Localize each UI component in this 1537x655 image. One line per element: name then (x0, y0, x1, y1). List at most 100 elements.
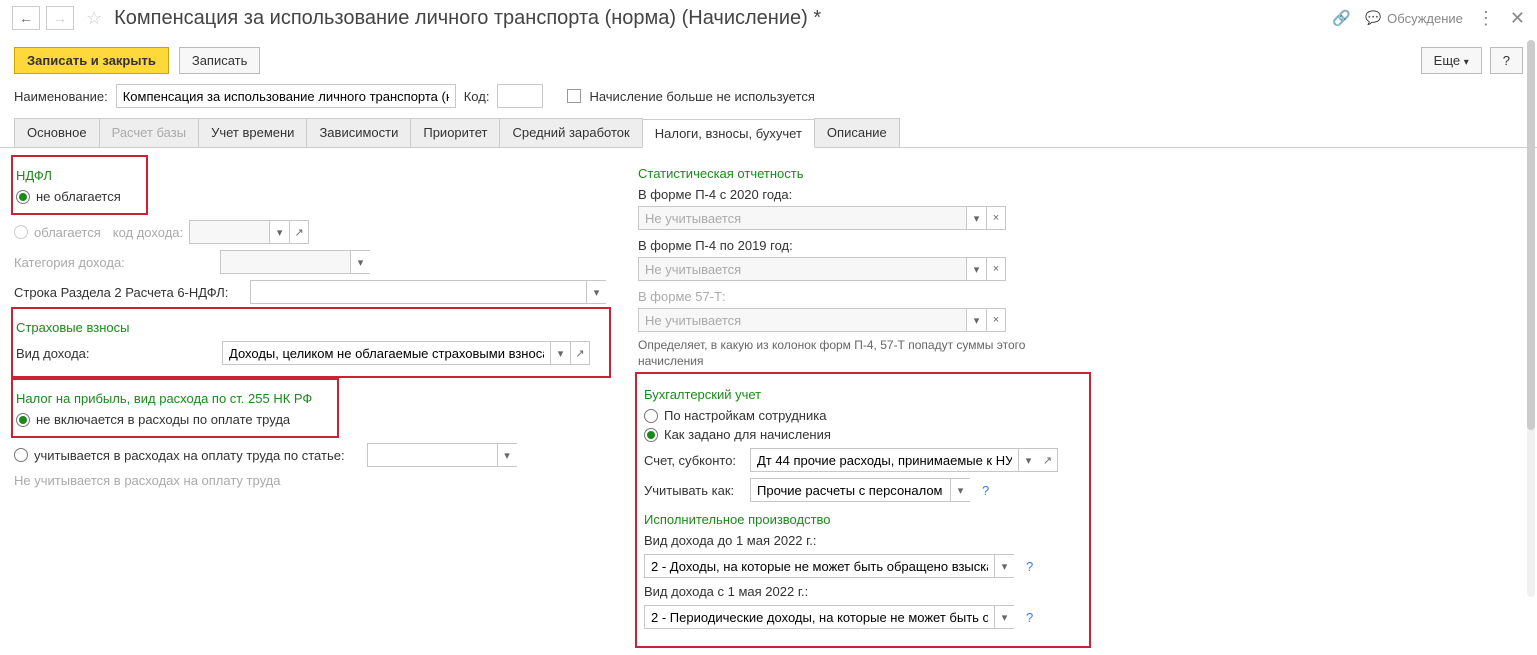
tab-main[interactable]: Основное (14, 118, 100, 147)
discuss-label: Обсуждение (1387, 11, 1463, 26)
stat-note: Определяет, в какую из колонок форм П-4,… (638, 338, 1088, 369)
radio-icon (16, 413, 30, 427)
insurance-income-label: Вид дохода: (16, 346, 216, 361)
tab-deps[interactable]: Зависимости (306, 118, 411, 147)
discuss-button[interactable]: 💬 Обсуждение (1365, 10, 1463, 26)
nav-forward-button[interactable]: → (46, 6, 74, 30)
radio-icon (644, 409, 658, 423)
chevron-down-icon[interactable]: ▾ (550, 341, 570, 365)
chevron-down-icon[interactable]: ▾ (497, 443, 517, 467)
open-icon[interactable]: ↗ (1038, 448, 1058, 472)
chevron-down-icon[interactable]: ▾ (1018, 448, 1038, 472)
insurance-title: Страховые взносы (16, 320, 604, 335)
income-category-label: Категория дохода: (14, 255, 214, 270)
code-label: Код: (464, 89, 490, 104)
favorite-star-icon[interactable]: ☆ (86, 8, 102, 29)
tab-base[interactable]: Расчет базы (99, 118, 200, 147)
income-code-label: код дохода: (113, 225, 183, 240)
chat-icon: 💬 (1365, 10, 1381, 26)
chevron-down-icon[interactable]: ▾ (966, 206, 986, 230)
p4-2020-input[interactable] (638, 206, 966, 230)
radio-icon (16, 190, 30, 204)
ndfl-radio-no[interactable]: не облагается (16, 189, 121, 204)
tab-priority[interactable]: Приоритет (410, 118, 500, 147)
ndfl-no-label: не облагается (36, 189, 121, 204)
name-input[interactable] (116, 84, 456, 108)
buh-radio-set[interactable]: Как задано для начисления (644, 427, 1080, 442)
vertical-scrollbar[interactable] (1527, 40, 1535, 597)
clear-icon: × (986, 308, 1006, 332)
more-label: Еще (1434, 53, 1460, 68)
profit-note: Не учитывается в расходах на оплату труд… (14, 473, 608, 488)
buh-emp-label: По настройкам сотрудника (664, 408, 826, 423)
chevron-down-icon[interactable]: ▾ (950, 478, 970, 502)
code-input[interactable] (497, 84, 543, 108)
p4-2020-label: В форме П-4 с 2020 года: (638, 187, 1088, 202)
exec-before-input[interactable] (644, 554, 994, 578)
chevron-down-icon[interactable]: ▾ (994, 554, 1014, 578)
save-button[interactable]: Записать (179, 47, 261, 74)
tab-avg[interactable]: Средний заработок (499, 118, 642, 147)
obsolete-label: Начисление больше не используется (589, 89, 814, 104)
method-label: Учитывать как: (644, 483, 744, 498)
clear-icon[interactable]: × (986, 257, 1006, 281)
kebab-menu-icon[interactable]: ⋮ (1477, 8, 1496, 29)
chevron-down-icon: ▾ (350, 250, 370, 274)
clear-icon[interactable]: × (986, 206, 1006, 230)
profit-article-input[interactable] (367, 443, 497, 467)
ndfl-title: НДФЛ (16, 168, 121, 183)
insurance-income-input[interactable] (222, 341, 550, 365)
chevron-down-icon[interactable]: ▾ (586, 280, 606, 304)
income-category-input (220, 250, 350, 274)
profit-incl-label: учитывается в расходах на оплату труда п… (34, 448, 345, 463)
chevron-down-icon[interactable]: ▾ (966, 257, 986, 281)
close-icon[interactable]: ✕ (1510, 8, 1525, 29)
profit-radio-incl[interactable] (14, 448, 28, 462)
exec-before-label: Вид дохода до 1 мая 2022 г.: (644, 533, 1080, 548)
buh-title: Бухгалтерский учет (644, 387, 1080, 402)
exec-after-label: Вид дохода с 1 мая 2022 г.: (644, 584, 1080, 599)
method-input[interactable] (750, 478, 950, 502)
exec-after-input[interactable] (644, 605, 994, 629)
radio-icon (644, 428, 658, 442)
tab-time[interactable]: Учет времени (198, 118, 307, 147)
p4-2019-input[interactable] (638, 257, 966, 281)
buh-set-label: Как задано для начисления (664, 427, 831, 442)
profit-radio-excl[interactable]: не включается в расходы по оплате труда (16, 412, 312, 427)
open-icon[interactable]: ↗ (570, 341, 590, 365)
profit-tax-title: Налог на прибыль, вид расхода по ст. 255… (16, 391, 312, 406)
nav-back-button[interactable]: ← (12, 6, 40, 30)
save-and-close-button[interactable]: Записать и закрыть (14, 47, 169, 74)
row6-label: Строка Раздела 2 Расчета 6-НДФЛ: (14, 285, 244, 300)
row6-input[interactable] (250, 280, 586, 304)
obsolete-checkbox[interactable] (567, 89, 581, 103)
help-icon[interactable]: ? (1026, 559, 1033, 574)
chevron-down-icon: ▾ (1464, 57, 1469, 68)
account-input[interactable] (750, 448, 1018, 472)
stat-title: Статистическая отчетность (638, 166, 1088, 181)
open-icon: ↗ (289, 220, 309, 244)
tab-taxes[interactable]: Налоги, взносы, бухучет (642, 119, 815, 148)
exec-title: Исполнительное производство (644, 512, 1080, 527)
ndfl-yes-label: облагается (34, 225, 101, 240)
link-icon[interactable]: 🔗 (1332, 9, 1351, 27)
tabs: Основное Расчет базы Учет времени Зависи… (0, 118, 1537, 148)
f57t-label: В форме 57-Т: (638, 289, 1088, 304)
scrollbar-thumb[interactable] (1527, 40, 1535, 430)
buh-radio-emp[interactable]: По настройкам сотрудника (644, 408, 1080, 423)
f57t-input (638, 308, 966, 332)
tab-desc[interactable]: Описание (814, 118, 900, 147)
window-title: Компенсация за использование личного тра… (114, 7, 1326, 30)
help-icon[interactable]: ? (982, 483, 989, 498)
help-icon[interactable]: ? (1026, 610, 1033, 625)
chevron-down-icon: ▾ (269, 220, 289, 244)
chevron-down-icon[interactable]: ▾ (994, 605, 1014, 629)
p4-2019-label: В форме П-4 по 2019 год: (638, 238, 1088, 253)
account-label: Счет, субконто: (644, 453, 744, 468)
name-label: Наименование: (14, 89, 108, 104)
profit-excl-label: не включается в расходы по оплате труда (36, 412, 290, 427)
help-button[interactable]: ? (1490, 47, 1523, 74)
more-button[interactable]: Еще ▾ (1421, 47, 1482, 74)
chevron-down-icon: ▾ (966, 308, 986, 332)
ndfl-radio-yes[interactable] (14, 225, 28, 239)
